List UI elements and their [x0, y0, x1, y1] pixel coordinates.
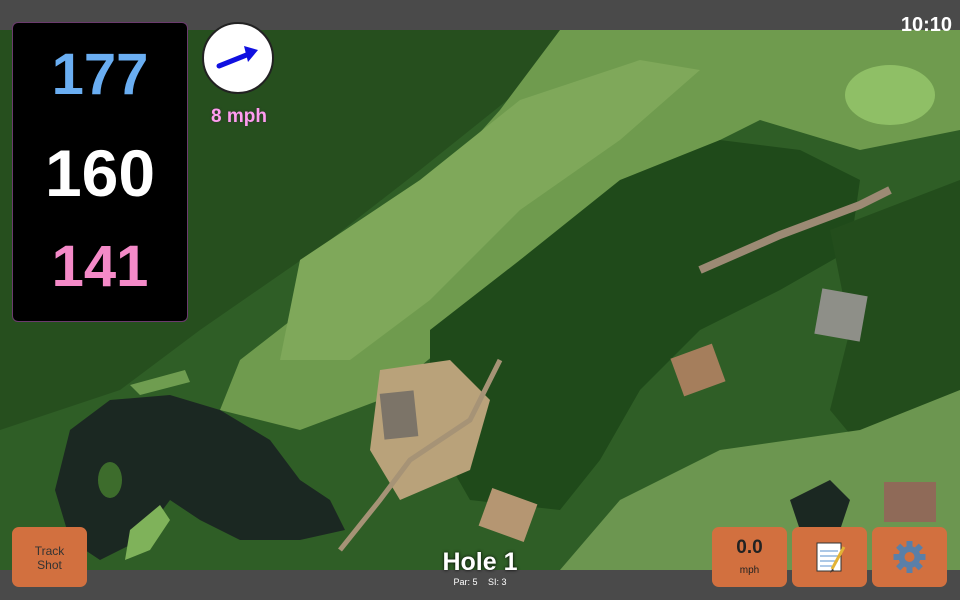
speed-value: 0.0 [736, 537, 763, 558]
track-shot-label-line1: Track [34, 544, 65, 558]
hole-info: Par: 5 SI: 3 [380, 577, 580, 587]
distance-middle: 160 [44, 136, 156, 210]
wind-indicator [202, 22, 274, 94]
settings-button[interactable] [872, 527, 947, 587]
speed-button[interactable]: 0.0 mph [712, 527, 787, 587]
hole-title: Hole 1 [442, 548, 518, 576]
track-shot-label-line2: Shot [37, 558, 62, 572]
status-time: 10:10 [900, 14, 952, 36]
notepad-icon [816, 542, 846, 573]
speed-unit: mph [739, 565, 760, 576]
wind-direction-arrow-icon [216, 46, 258, 69]
wind-speed-label: 8 mph [211, 106, 267, 127]
distance-panel: 177 160 141 [12, 22, 188, 322]
hole-stroke-index: SI: 3 [488, 577, 507, 587]
gear-icon [893, 541, 926, 573]
track-shot-button[interactable]: Track Shot [12, 527, 87, 587]
distance-back: 177 [51, 42, 149, 107]
distance-front: 141 [51, 234, 149, 299]
hole-par: Par: 5 [453, 577, 478, 587]
notes-button[interactable] [792, 527, 867, 587]
